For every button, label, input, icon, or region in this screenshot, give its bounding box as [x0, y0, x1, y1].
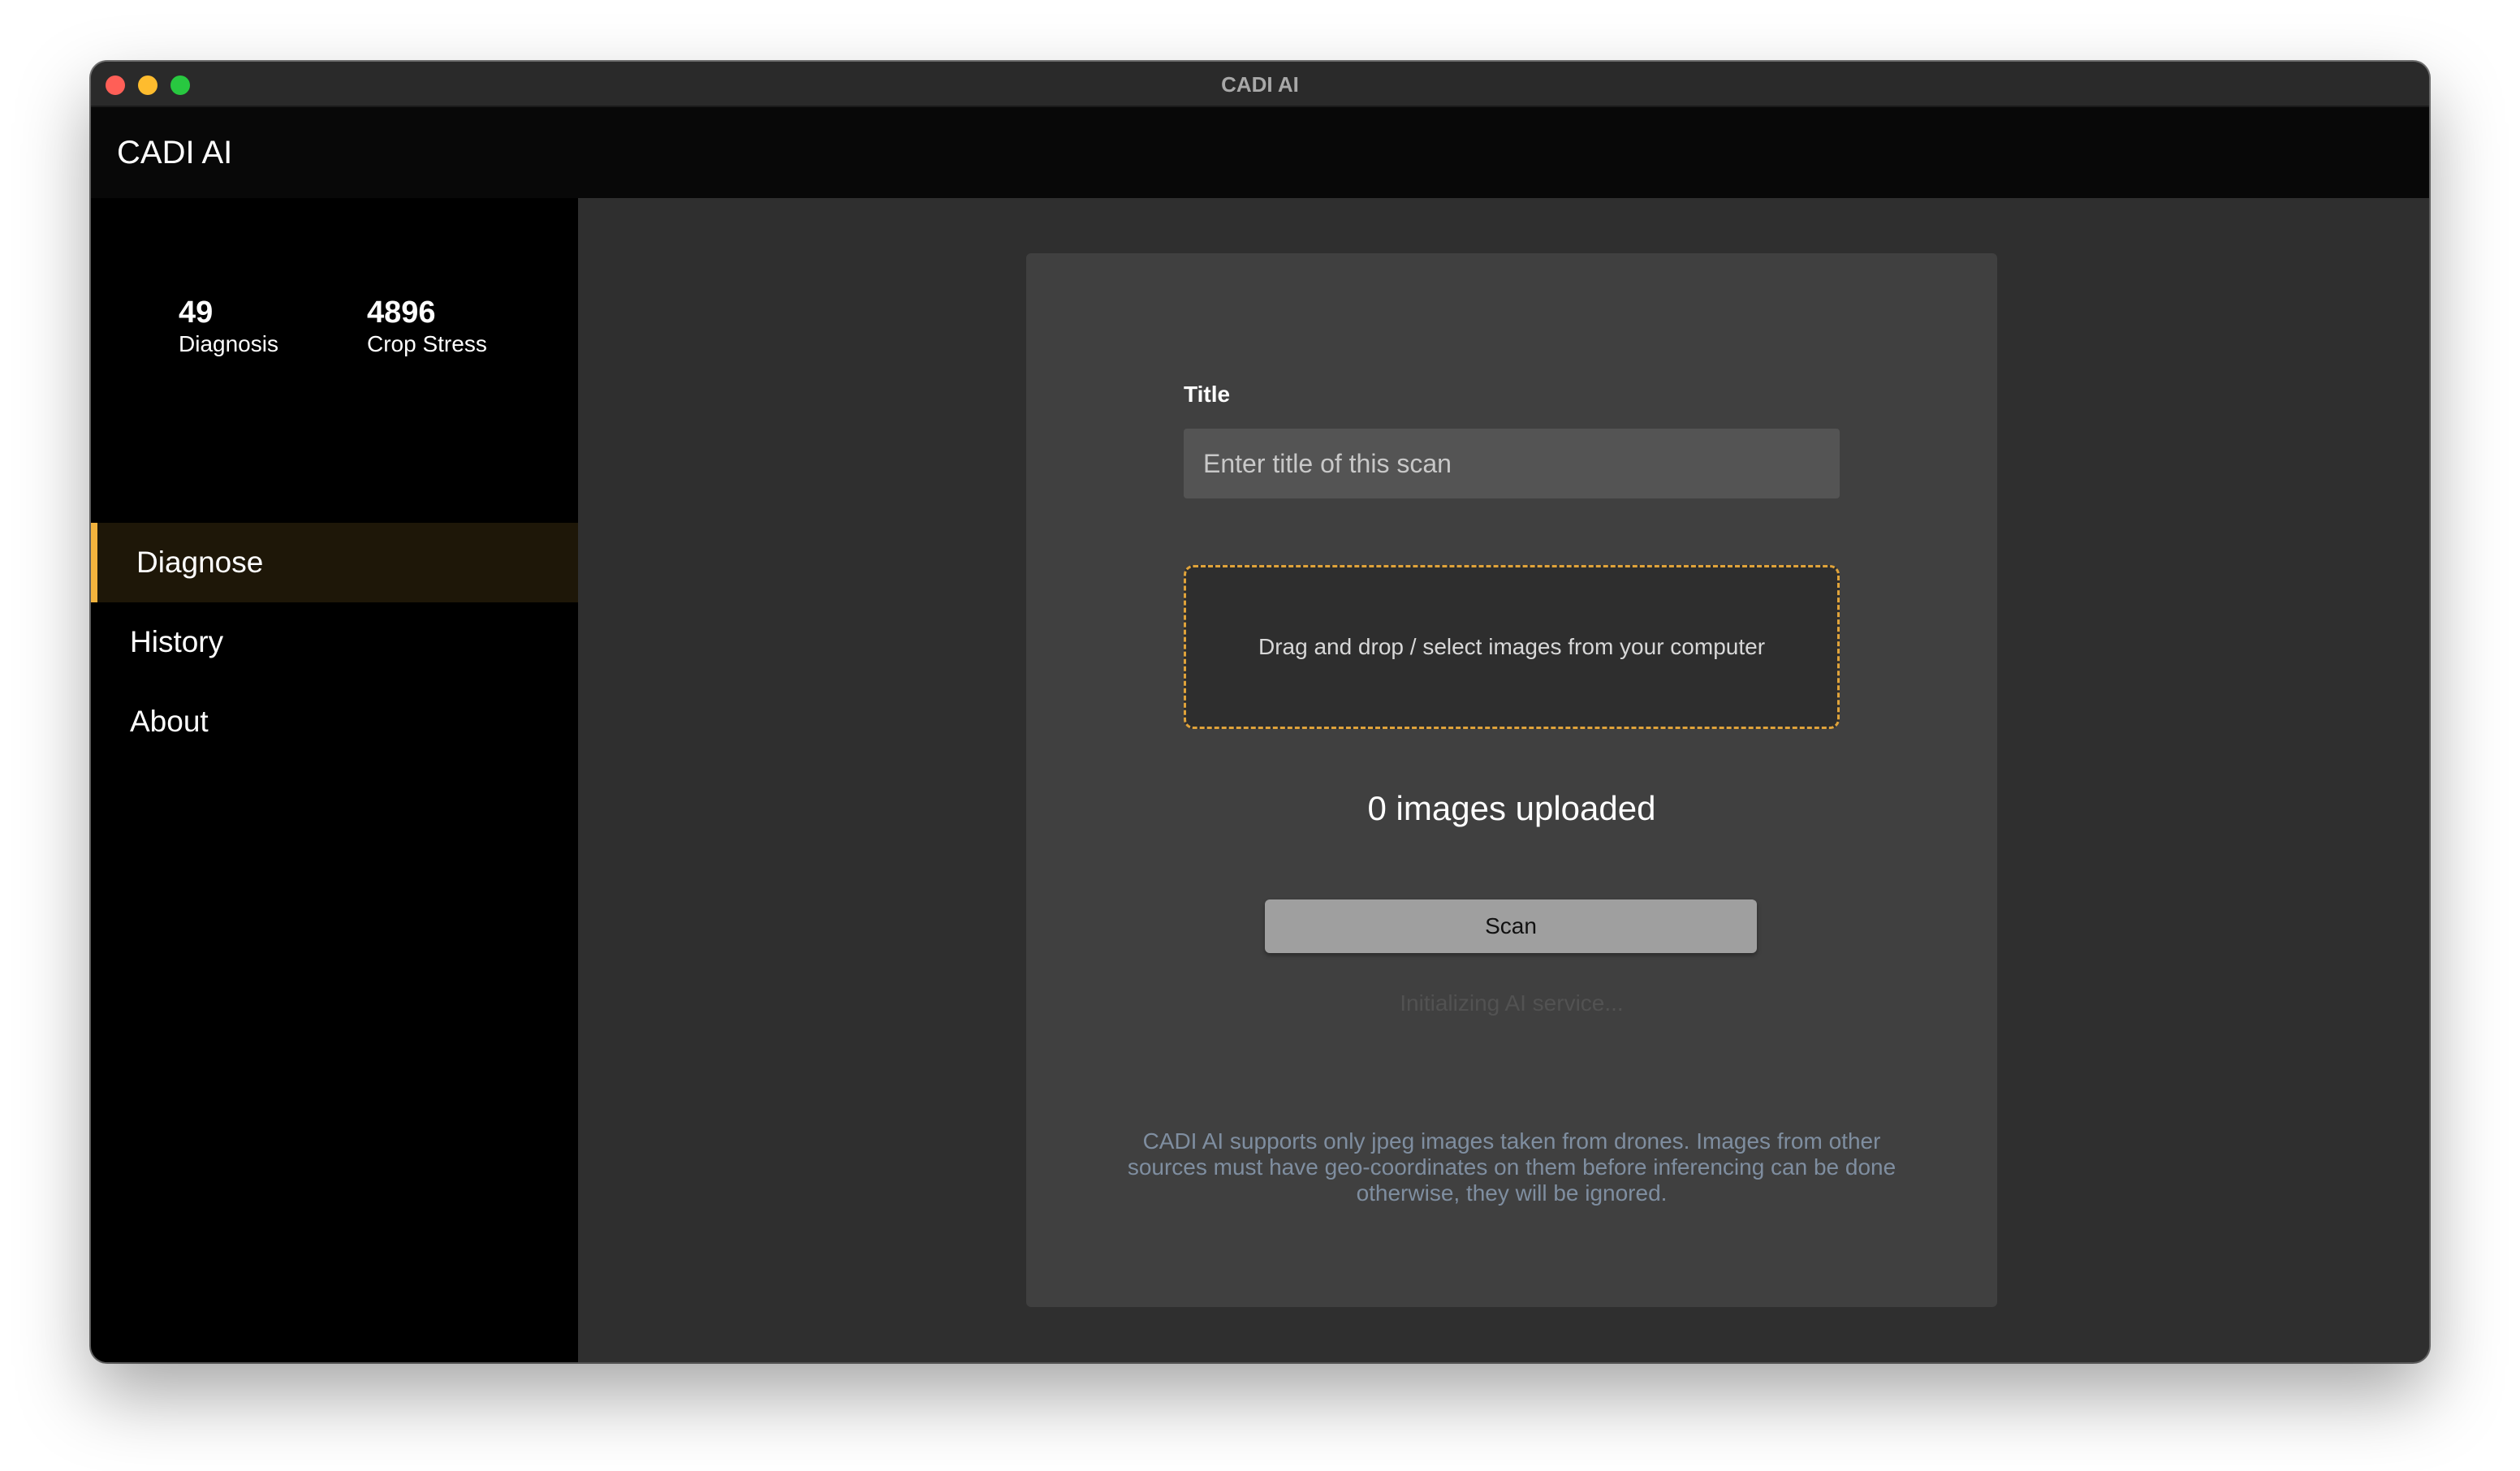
diagnose-card: Title Drag and drop / select images from…	[1026, 253, 1997, 1307]
window-title: CADI AI	[1221, 72, 1299, 97]
app-bar: CADI AI	[91, 107, 2429, 198]
title-input[interactable]	[1184, 429, 1840, 498]
stat-diagnosis-value: 49	[179, 295, 214, 330]
sidebar-item-history[interactable]: History	[91, 602, 578, 682]
sidebar-item-about[interactable]: About	[91, 682, 578, 761]
upload-count: 0 images uploaded	[1367, 789, 1656, 827]
app-window: CADI AI CADI AI 49 Diagnosis 4896 Crop S…	[91, 62, 2429, 1362]
scan-button[interactable]: Scan	[1265, 899, 1757, 953]
support-note: CADI AI supports only jpeg images taken …	[1127, 1128, 1896, 1206]
status-text: Initializing AI service...	[1400, 990, 1624, 1016]
app-title: CADI AI	[117, 135, 233, 170]
sidebar-item-label: History	[130, 625, 224, 658]
stat-crop-stress-label: Crop Stress	[367, 331, 487, 356]
title-label: Title	[1184, 382, 1231, 407]
window-titlebar[interactable]: CADI AI	[91, 62, 2429, 107]
stat-diagnosis-label: Diagnosis	[179, 331, 278, 356]
sidebar-item-diagnose[interactable]: Diagnose	[91, 523, 578, 602]
dropzone-text: Drag and drop / select images from your …	[1258, 634, 1766, 659]
image-dropzone[interactable]: Drag and drop / select images from your …	[1184, 565, 1840, 729]
stat-diagnosis: 49 Diagnosis	[179, 295, 278, 359]
main-content: Title Drag and drop / select images from…	[578, 198, 2429, 1362]
sidebar-item-label: Diagnose	[136, 546, 264, 579]
stat-crop-stress: 4896 Crop Stress	[367, 295, 487, 359]
sidebar-item-label: About	[130, 705, 209, 738]
sidebar: 49 Diagnosis 4896 Crop Stress Diagnose H…	[91, 198, 578, 1362]
stat-crop-stress-value: 4896	[367, 295, 436, 330]
